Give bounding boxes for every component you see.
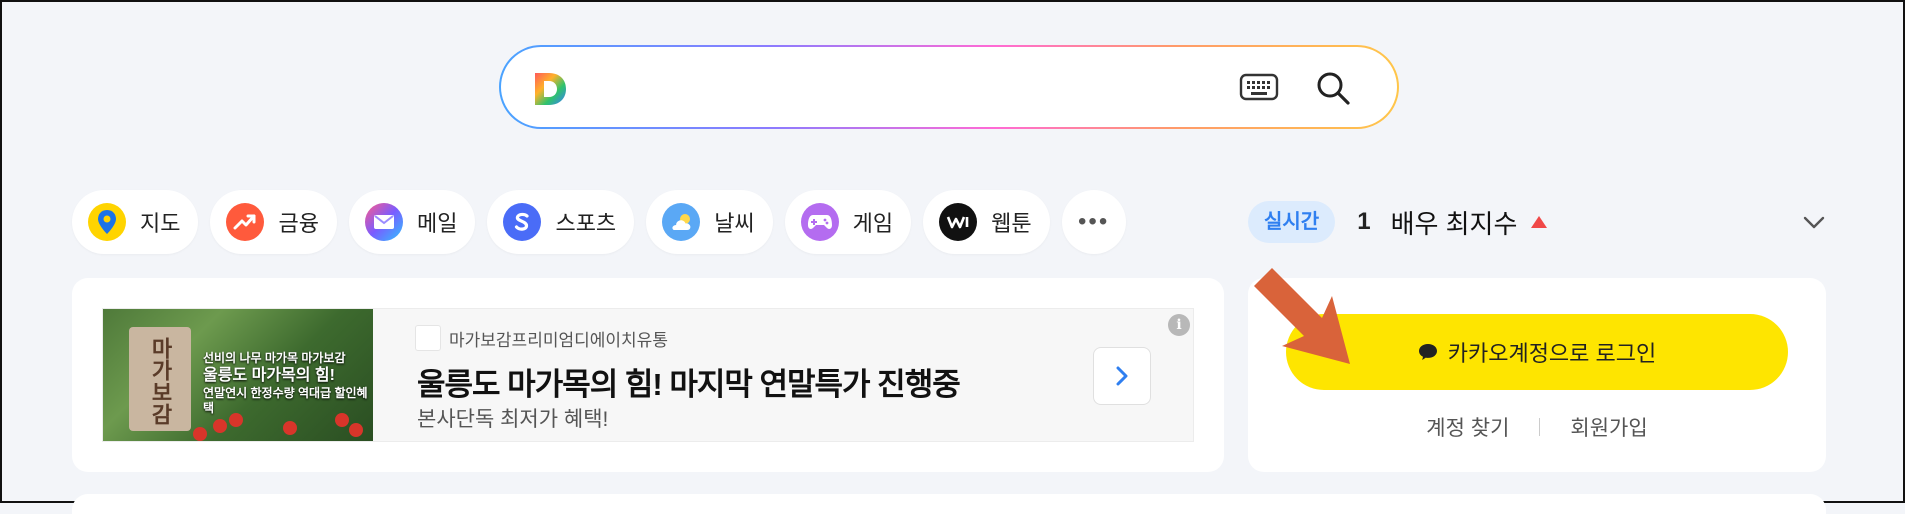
ad-next-button[interactable] (1093, 347, 1151, 405)
trending-term[interactable]: 배우 최지수 (1391, 204, 1518, 241)
shortcut-label: 메일 (416, 211, 458, 236)
weather-icon (662, 203, 701, 241)
mail-icon (364, 203, 403, 241)
brand-logo-icon (415, 325, 441, 351)
chevron-right-icon (1116, 366, 1128, 386)
trend-up-icon (1531, 216, 1548, 228)
search-box[interactable] (501, 47, 1397, 127)
signup-link[interactable]: 회원가입 (1570, 412, 1647, 442)
more-button[interactable]: ••• (1061, 190, 1126, 254)
gamepad-icon (800, 203, 839, 241)
more-icon: ••• (1078, 208, 1110, 235)
search-bar[interactable] (499, 45, 1399, 129)
keyboard-icon[interactable] (1239, 72, 1279, 102)
ad-info-icon[interactable]: i (1168, 314, 1190, 336)
realtime-trending[interactable]: 실시간 1 배우 최지수 (1248, 200, 1828, 244)
trend-up-icon (226, 203, 265, 241)
search-icon[interactable] (1315, 70, 1351, 106)
shortcut-sports[interactable]: 스포츠 (487, 190, 635, 254)
shortcut-label: 스포츠 (555, 211, 617, 236)
shortcut-label: 웹툰 (991, 211, 1032, 236)
shortcut-finance[interactable]: 금융 (210, 190, 337, 254)
shortcut-label: 지도 (140, 211, 181, 236)
realtime-badge: 실시간 (1248, 201, 1336, 243)
shortcut-map[interactable]: 지도 (72, 190, 199, 254)
account-links: 계정 찾기 회원가입 (1248, 412, 1826, 442)
webtoon-icon (939, 203, 978, 241)
ad-brand: 마가보감프리미엄디에이치유통 (415, 325, 668, 351)
ad-banner[interactable]: 마가보감 선비의 나무 마가목 마가보감 울릉도 마가목의 힘! 연말연시 한정… (102, 308, 1194, 442)
next-section-card (72, 494, 1826, 514)
shortcut-label: 게임 (852, 211, 894, 236)
speech-bubble-icon (1418, 344, 1437, 360)
annotation-arrow-icon (1254, 268, 1350, 364)
shortcut-webtoon[interactable]: 웹툰 (923, 190, 1050, 254)
map-pin-icon (88, 203, 126, 241)
shortcut-game[interactable]: 게임 (784, 190, 912, 254)
ad-card: 마가보감 선비의 나무 마가목 마가보감 울릉도 마가목의 힘! 연말연시 한정… (72, 278, 1224, 472)
trending-rank: 1 (1357, 208, 1371, 235)
login-button-label: 카카오계정으로 로그인 (1447, 341, 1657, 366)
divider (1539, 418, 1541, 436)
kakao-login-button[interactable]: 카카오계정으로 로그인 (1286, 314, 1788, 390)
sports-s-icon (503, 203, 542, 241)
find-account-link[interactable]: 계정 찾기 (1426, 412, 1509, 442)
ad-title[interactable]: 울릉도 마가목의 힘! 마지막 연말특가 진행중 (417, 359, 961, 404)
shortcut-mail[interactable]: 메일 (348, 190, 476, 254)
shortcut-menu: 지도 금융 메일 스포츠 날씨 게임 웹툰 ••• (72, 190, 1126, 254)
daum-logo-icon[interactable] (529, 69, 569, 109)
product-package: 마가보감 (129, 327, 191, 431)
shortcut-weather[interactable]: 날씨 (646, 190, 773, 254)
ad-image-text: 선비의 나무 마가목 마가보감 울릉도 마가목의 힘! 연말연시 한정수량 역대… (203, 351, 368, 415)
shortcut-label: 금융 (278, 211, 319, 236)
ad-subtitle: 본사단독 최저가 혜택! (417, 408, 609, 431)
shortcut-label: 날씨 (714, 211, 755, 236)
chevron-down-icon[interactable] (1800, 208, 1828, 236)
ad-image[interactable]: 마가보감 선비의 나무 마가목 마가보감 울릉도 마가목의 힘! 연말연시 한정… (103, 309, 373, 441)
